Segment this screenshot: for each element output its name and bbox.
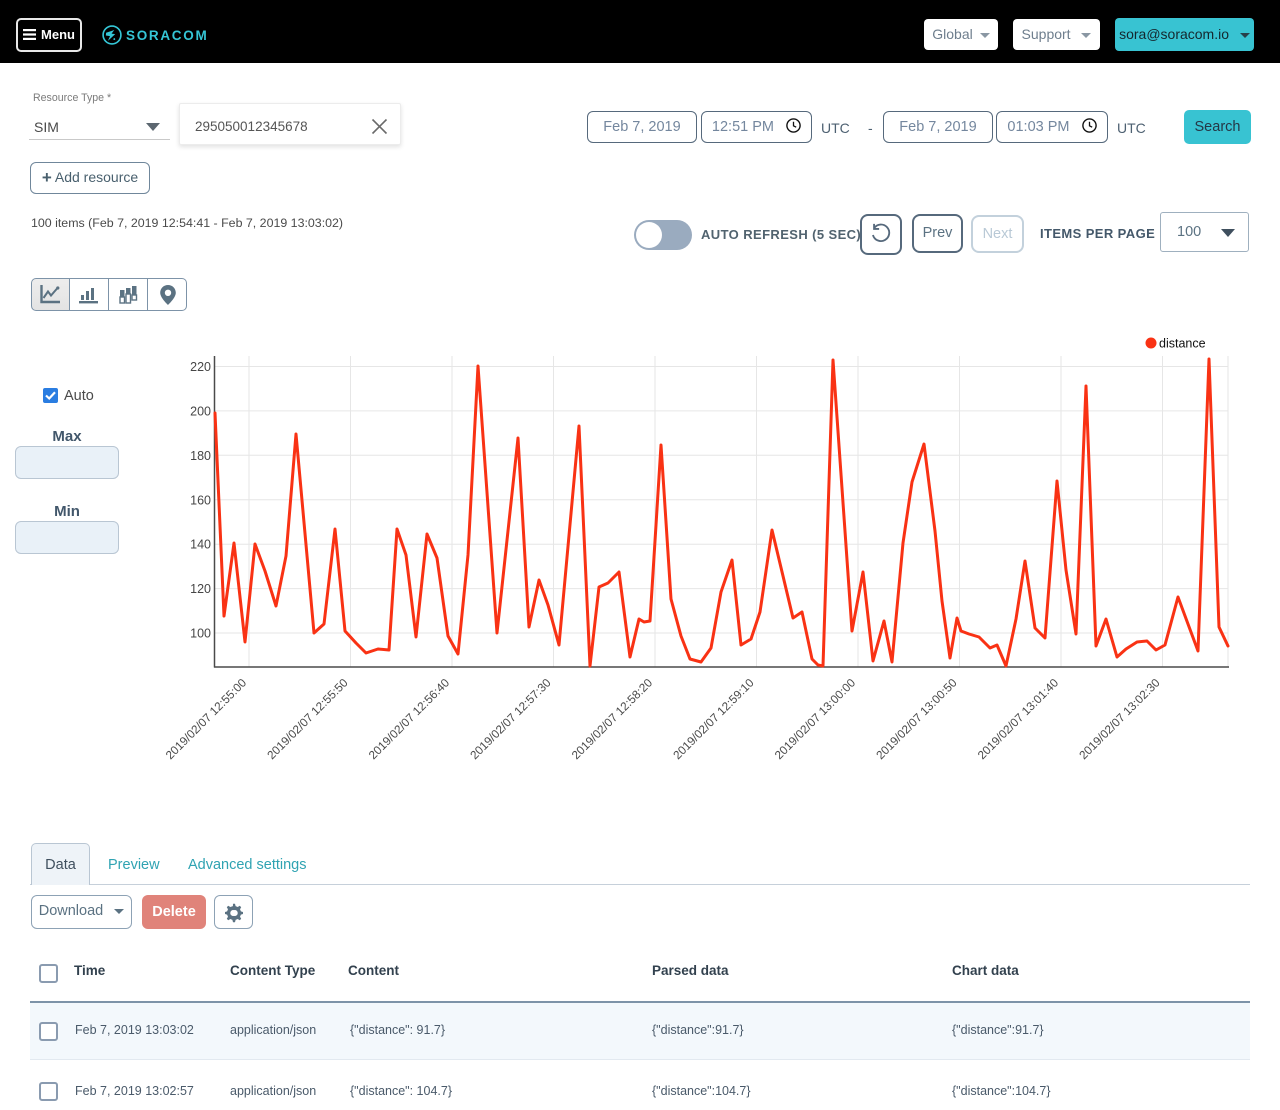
svg-text:2019/02/07 12:55:50: 2019/02/07 12:55:50 xyxy=(264,675,351,762)
svg-text:2019/02/07 12:58:20: 2019/02/07 12:58:20 xyxy=(569,675,656,762)
svg-text:200: 200 xyxy=(190,404,211,418)
svg-text:140: 140 xyxy=(190,538,211,552)
svg-text:220: 220 xyxy=(190,360,211,374)
svg-text:2019/02/07 12:59:10: 2019/02/07 12:59:10 xyxy=(670,675,757,762)
svg-text:distance: distance xyxy=(1159,337,1206,351)
svg-text:100: 100 xyxy=(190,627,211,641)
svg-text:180: 180 xyxy=(190,449,211,463)
svg-text:2019/02/07 13:02:30: 2019/02/07 13:02:30 xyxy=(1076,675,1163,762)
svg-text:2019/02/07 12:56:40: 2019/02/07 12:56:40 xyxy=(366,675,453,762)
svg-text:2019/02/07 12:55:00: 2019/02/07 12:55:00 xyxy=(163,675,250,762)
svg-text:2019/02/07 13:00:00: 2019/02/07 13:00:00 xyxy=(772,675,859,762)
svg-text:120: 120 xyxy=(190,582,211,596)
svg-text:160: 160 xyxy=(190,493,211,507)
svg-text:2019/02/07 12:57:30: 2019/02/07 12:57:30 xyxy=(467,675,554,762)
svg-text:2019/02/07 13:00:50: 2019/02/07 13:00:50 xyxy=(873,675,960,762)
svg-text:2019/02/07 13:01:40: 2019/02/07 13:01:40 xyxy=(975,675,1062,762)
